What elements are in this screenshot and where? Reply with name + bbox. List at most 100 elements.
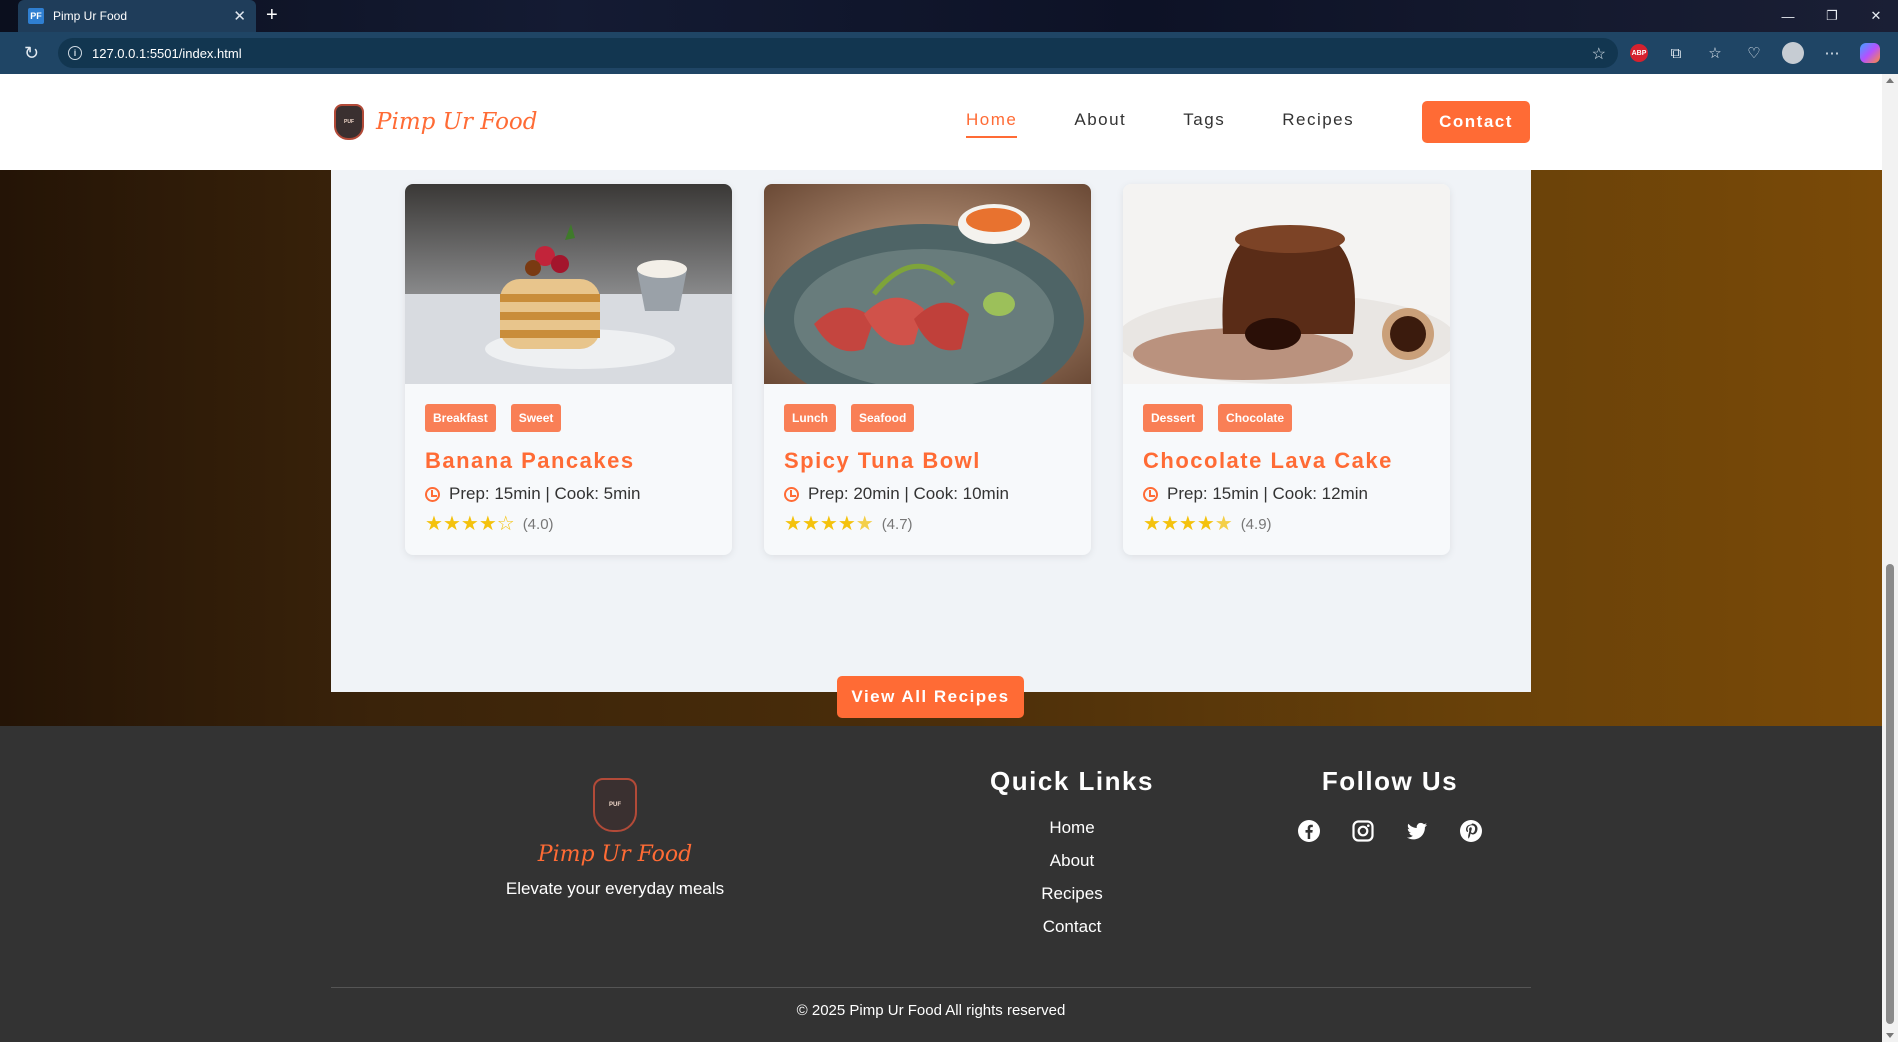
star-full-icon: ★ — [1178, 513, 1197, 535]
footer-link-about[interactable]: About — [960, 844, 1184, 877]
url-field[interactable]: i 127.0.0.1:5501/index.html ☆ — [58, 38, 1618, 68]
tag-dessert[interactable]: Dessert — [1143, 404, 1204, 432]
logo-badge-icon: PUF — [334, 104, 364, 140]
copyright-text: © 2025 Pimp Ur Food All rights reserved — [796, 1002, 1066, 1019]
recipe-rating: ★ ★ ★ ★ ★ (4.7) — [784, 514, 1071, 534]
star-full-icon: ★ — [1143, 513, 1161, 535]
social-links — [1280, 819, 1500, 843]
recipe-card[interactable]: Lunch Seafood Spicy Tuna Bowl Prep: 20mi… — [764, 184, 1091, 555]
star-full-icon: ★ — [801, 513, 820, 535]
recipe-time: Prep: 15min | Cook: 12min — [1143, 484, 1430, 504]
footer-link-contact[interactable]: Contact — [960, 910, 1184, 943]
tag-breakfast[interactable]: Breakfast — [425, 404, 496, 432]
clock-icon — [784, 486, 799, 502]
brand-name: Pimp Ur Food — [376, 109, 538, 135]
brand-logo[interactable]: PUF Pimp Ur Food — [334, 104, 537, 140]
profile-avatar-icon[interactable] — [1782, 42, 1804, 64]
recipe-time: Prep: 20min | Cook: 10min — [784, 484, 1071, 504]
star-full-icon: ★ — [837, 513, 856, 535]
recipe-title[interactable]: Banana Pancakes — [425, 448, 712, 474]
reload-icon[interactable]: ↻ — [24, 43, 39, 64]
clock-icon — [1143, 486, 1158, 502]
twitter-icon[interactable] — [1405, 819, 1429, 843]
site-info-icon[interactable]: i — [68, 46, 82, 60]
close-tab-icon[interactable]: ✕ — [233, 7, 246, 25]
tag-chocolate[interactable]: Chocolate — [1218, 404, 1293, 432]
new-tab-icon[interactable]: + — [266, 4, 278, 26]
nav-links: Home About Tags Recipes — [966, 110, 1411, 138]
star-full-icon: ★ — [442, 513, 461, 535]
recipe-card[interactable]: Dessert Chocolate Chocolate Lava Cake Pr… — [1123, 184, 1450, 555]
recipe-title[interactable]: Chocolate Lava Cake — [1143, 448, 1430, 474]
adblock-icon[interactable]: ABP — [1630, 44, 1648, 62]
star-full-icon: ★ — [478, 513, 497, 535]
recipe-time-text: Prep: 20min | Cook: 10min — [808, 484, 1009, 503]
footer-tagline: Elevate your everyday meals — [505, 879, 725, 898]
rating-stars: ★ ★ ★ ★ ☆ — [425, 514, 515, 534]
scroll-down-icon[interactable] — [1886, 1033, 1894, 1038]
tag-seafood[interactable]: Seafood — [851, 404, 915, 432]
restore-icon[interactable]: ❐ — [1810, 0, 1854, 32]
footer-brand-name: Pimp Ur Food — [537, 842, 693, 867]
recipe-title[interactable]: Spicy Tuna Bowl — [784, 448, 1071, 474]
star-full-icon: ★ — [819, 513, 838, 535]
favorite-star-icon[interactable]: ☆ — [1592, 44, 1606, 64]
recipe-image-pancakes — [405, 184, 732, 384]
extension-toolbar: ABP ⧉ ☆ ♡ ⋯ — [1630, 42, 1880, 64]
address-bar: ↻ i 127.0.0.1:5501/index.html ☆ ABP ⧉ ☆ … — [0, 32, 1898, 74]
health-icon[interactable]: ♡ — [1743, 42, 1765, 64]
favorites-icon[interactable]: ☆ — [1704, 42, 1726, 64]
view-all-recipes-button[interactable]: View All Recipes — [837, 676, 1024, 718]
instagram-icon[interactable] — [1351, 819, 1375, 843]
browser-tab[interactable]: PF Pimp Ur Food ✕ — [18, 0, 256, 32]
recipe-time: Prep: 15min | Cook: 5min — [425, 484, 712, 504]
footer-quick-links: Quick Links Home About Recipes Contact — [960, 766, 1184, 943]
rating-stars: ★ ★ ★ ★ ★ — [784, 514, 874, 534]
tag-sweet[interactable]: Sweet — [510, 404, 562, 432]
footer-divider — [331, 987, 1531, 988]
extensions-icon[interactable]: ⧉ — [1665, 42, 1687, 64]
rating-value: (4.9) — [1240, 515, 1272, 533]
tab-title: Pimp Ur Food — [53, 9, 128, 23]
facebook-icon[interactable] — [1297, 819, 1321, 843]
browser-tab-strip: PF Pimp Ur Food ✕ + — ❐ ✕ — [0, 0, 1898, 32]
nav-link-recipes[interactable]: Recipes — [1282, 110, 1354, 138]
footer-brand: PUF Pimp Ur Food Elevate your everyday m… — [480, 778, 750, 899]
site-footer: PUF Pimp Ur Food Elevate your everyday m… — [0, 726, 1882, 1042]
pinterest-icon[interactable] — [1459, 819, 1483, 843]
contact-button[interactable]: Contact — [1422, 101, 1530, 143]
window-close-icon[interactable]: ✕ — [1854, 0, 1898, 32]
footer-link-recipes[interactable]: Recipes — [960, 877, 1184, 910]
star-full-icon: ★ — [425, 513, 443, 535]
recipe-time-text: Prep: 15min | Cook: 12min — [1167, 484, 1368, 503]
star-full-icon: ★ — [460, 513, 479, 535]
rating-stars: ★ ★ ★ ★ ★ — [1143, 514, 1233, 534]
recipe-image-tuna-bowl — [764, 184, 1091, 384]
more-menu-icon[interactable]: ⋯ — [1821, 42, 1843, 64]
quick-links-heading: Quick Links — [990, 766, 1154, 796]
url-text: 127.0.0.1:5501/index.html — [92, 45, 242, 61]
window-controls: — ❐ ✕ — [1766, 0, 1898, 32]
tag-lunch[interactable]: Lunch — [784, 404, 836, 432]
recipe-card[interactable]: Breakfast Sweet Banana Pancakes Prep: 15… — [405, 184, 732, 555]
follow-heading: Follow Us — [1321, 766, 1459, 796]
star-half-icon: ★ — [1214, 513, 1233, 535]
copilot-icon[interactable] — [1860, 43, 1880, 63]
nav-link-about[interactable]: About — [1074, 110, 1126, 138]
minimize-icon[interactable]: — — [1766, 0, 1810, 32]
star-empty-icon: ☆ — [496, 513, 515, 535]
rating-value: (4.0) — [522, 515, 554, 533]
page-scrollbar[interactable] — [1882, 74, 1898, 1042]
star-full-icon: ★ — [1196, 513, 1215, 535]
clock-icon — [425, 486, 440, 502]
footer-logo-icon: PUF — [593, 778, 637, 832]
nav-link-home[interactable]: Home — [966, 110, 1018, 138]
nav-link-tags[interactable]: Tags — [1183, 110, 1225, 138]
recipe-image-lava-cake — [1123, 184, 1450, 384]
page-viewport: PUF Pimp Ur Food Home About Tags Recipes… — [0, 74, 1882, 1042]
recipe-time-text: Prep: 15min | Cook: 5min — [449, 484, 641, 503]
scrollbar-thumb[interactable] — [1886, 564, 1894, 1024]
scroll-up-icon[interactable] — [1886, 78, 1894, 83]
star-full-icon: ★ — [784, 513, 802, 535]
footer-link-home[interactable]: Home — [960, 811, 1184, 844]
